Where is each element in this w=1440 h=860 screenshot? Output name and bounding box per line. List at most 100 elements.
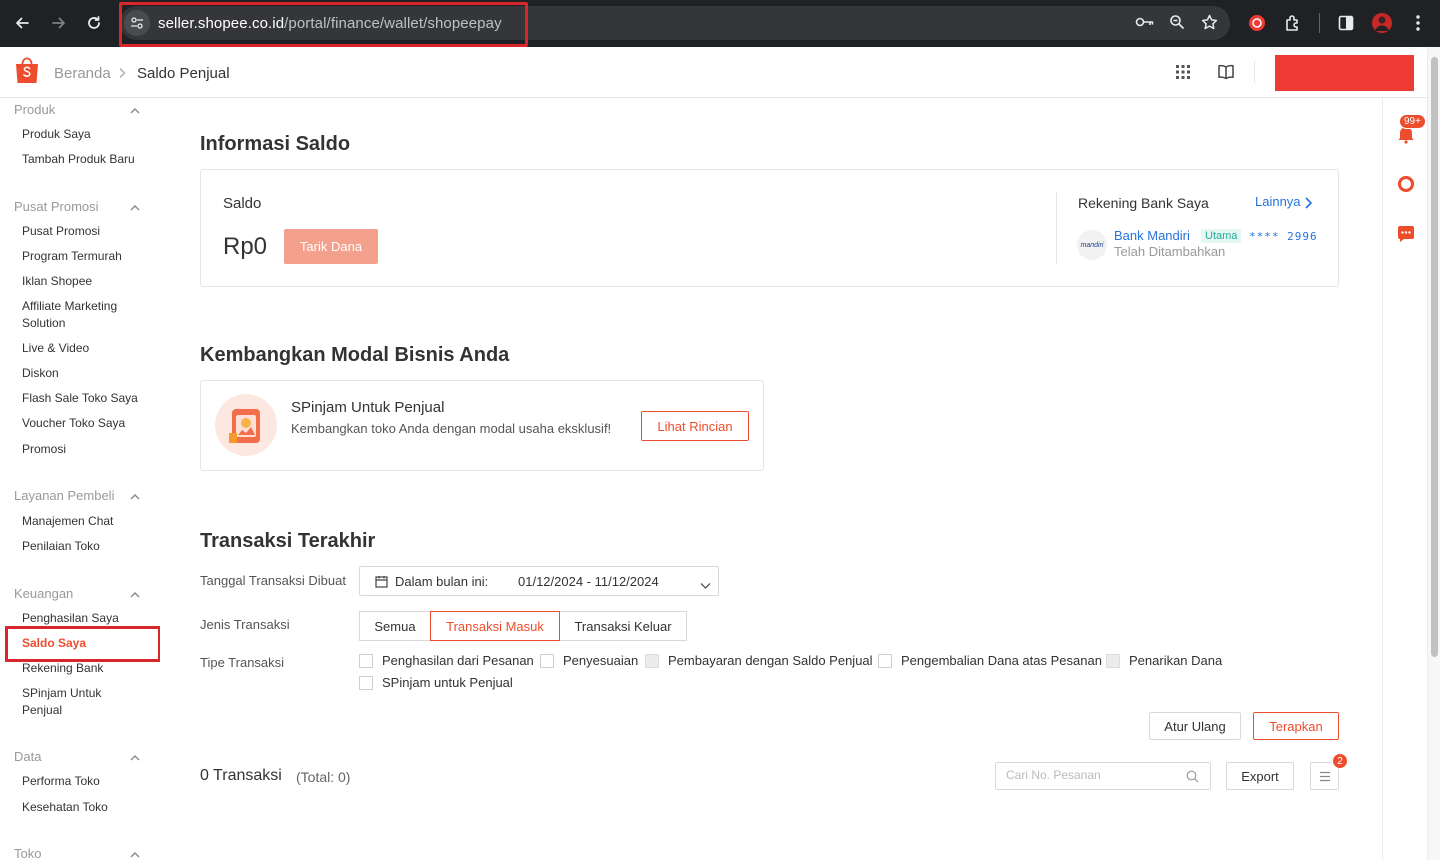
sidebar-item-program-termurah[interactable]: Program Termurah [22, 248, 152, 265]
export-button[interactable]: Export [1226, 762, 1294, 790]
chevron-down-icon [700, 577, 711, 589]
back-icon[interactable] [10, 11, 34, 35]
sidebar-item-tambah-produk[interactable]: Tambah Produk Baru [22, 151, 152, 168]
apps-grid-icon[interactable] [1174, 63, 1192, 81]
breadcrumb-home[interactable]: Beranda [54, 65, 111, 82]
subtype-penghasilan[interactable]: Penghasilan dari Pesanan [359, 653, 534, 668]
side-panel-icon[interactable] [1334, 11, 1358, 35]
sidebar-item-pusat-promosi[interactable]: Pusat Promosi [22, 223, 152, 240]
sidebar-section-pusat-promosi[interactable]: Pusat Promosi [14, 199, 99, 214]
sidebar-item-rekening-bank[interactable]: Rekening Bank [22, 660, 152, 677]
sidebar-section-keuangan[interactable]: Keuangan [14, 586, 73, 601]
order-search[interactable] [995, 762, 1211, 790]
sidebar-item-performa-toko[interactable]: Performa Toko [22, 773, 152, 790]
key-icon[interactable] [1134, 11, 1156, 33]
profile-avatar[interactable] [1370, 11, 1394, 35]
sidebar-item-manajemen-chat[interactable]: Manajemen Chat [22, 513, 152, 530]
bank-logo-text: mandiri [1080, 241, 1104, 249]
active-item-highlight-box [5, 626, 160, 662]
bank-account-title: Rekening Bank Saya [1078, 195, 1209, 211]
chat-icon[interactable] [1396, 224, 1416, 244]
subtype-pengembalian[interactable]: Pengembalian Dana atas Pesanan [878, 653, 1102, 668]
spinjam-title: SPinjam Untuk Penjual [291, 399, 445, 416]
header-divider [1254, 61, 1255, 83]
sidebar-item-iklan-shopee[interactable]: Iklan Shopee [22, 273, 152, 290]
sidebar-item-kesehatan-toko[interactable]: Kesehatan Toko [22, 799, 152, 816]
sidebar-section-produk[interactable]: Produk [14, 102, 55, 117]
business-title: Kembangkan Modal Bisnis Anda [200, 344, 510, 366]
main-content: Informasi Saldo Saldo Rp0 Tarik Dana Rek… [160, 98, 1382, 860]
chevron-up-icon[interactable] [129, 751, 141, 763]
extension-shopee-icon[interactable] [1245, 11, 1269, 35]
chevron-up-icon[interactable] [129, 104, 141, 116]
transaction-type-label: Jenis Transaksi [200, 617, 290, 632]
sidebar-item-spinjam[interactable]: SPinjam Untuk Penjual [22, 685, 122, 719]
sidebar-section-toko[interactable]: Toko [14, 846, 41, 860]
date-range-picker[interactable]: Dalam bulan ini: 01/12/2024 - 11/12/2024 [359, 566, 719, 596]
page-scrollbar[interactable] [1427, 47, 1440, 860]
checkbox[interactable] [878, 653, 892, 668]
bank-mandiri-logo: mandiri [1077, 230, 1107, 260]
scrollbar-thumb[interactable] [1431, 57, 1438, 657]
extensions-puzzle-icon[interactable] [1281, 11, 1305, 35]
transaction-total: (Total: 0) [296, 769, 351, 785]
sidebar-section-layanan-pembeli[interactable]: Layanan Pembeli [14, 488, 114, 503]
type-option-semua[interactable]: Semua [359, 611, 431, 641]
withdraw-button[interactable]: Tarik Dana [284, 229, 378, 264]
chevron-up-icon[interactable] [129, 848, 141, 860]
sidebar-section-data[interactable]: Data [14, 749, 41, 764]
sidebar-item-affiliate[interactable]: Affiliate Marketing Solution [22, 298, 152, 332]
customer-service-icon[interactable] [1396, 174, 1416, 194]
subtype-label-text: Pengembalian Dana atas Pesanan [901, 653, 1102, 668]
order-search-input[interactable] [1006, 768, 1176, 782]
checkbox [645, 653, 659, 668]
subtype-spinjam[interactable]: SPinjam untuk Penjual [359, 675, 513, 690]
seller-header: Beranda Saldo Penjual [0, 47, 1438, 98]
checkbox[interactable] [359, 675, 373, 690]
more-bank-link[interactable]: Lainnya [1255, 194, 1301, 209]
bank-name[interactable]: Bank Mandiri [1114, 228, 1190, 243]
sidebar-item-voucher[interactable]: Voucher Toko Saya [22, 415, 152, 432]
checkbox[interactable] [540, 653, 554, 668]
reset-button[interactable]: Atur Ulang [1149, 712, 1241, 740]
subtype-label-text: SPinjam untuk Penjual [382, 675, 513, 690]
forward-icon[interactable] [47, 11, 71, 35]
view-details-button[interactable]: Lihat Rincian [641, 411, 749, 441]
breadcrumb-current: Saldo Penjual [137, 65, 230, 82]
breadcrumb-separator-icon [118, 67, 126, 82]
reload-icon[interactable] [82, 11, 106, 35]
url-highlight-box [119, 2, 528, 47]
shopee-logo-icon[interactable] [15, 57, 39, 84]
type-option-keluar[interactable]: Transaksi Keluar [559, 611, 687, 641]
saldo-label: Saldo [223, 195, 262, 212]
apply-button[interactable]: Terapkan [1253, 712, 1339, 740]
primary-badge: Utama [1201, 229, 1242, 243]
sidebar-item-flash-sale[interactable]: Flash Sale Toko Saya [22, 390, 152, 407]
chevron-right-icon[interactable] [1303, 196, 1313, 210]
checkbox[interactable] [359, 653, 373, 668]
type-option-masuk[interactable]: Transaksi Masuk [430, 611, 560, 641]
saldo-info-title: Informasi Saldo [200, 133, 351, 155]
chevron-up-icon[interactable] [129, 490, 141, 502]
spinjam-description: Kembangkan toko Anda dengan modal usaha … [291, 421, 612, 436]
toolbar-divider [1319, 13, 1320, 33]
sidebar-item-diskon[interactable]: Diskon [22, 365, 152, 382]
sidebar-item-penghasilan[interactable]: Penghasilan Saya [22, 610, 152, 627]
sidebar-item-penilaian-toko[interactable]: Penilaian Toko [22, 538, 152, 555]
sidebar-item-produk-saya[interactable]: Produk Saya [22, 126, 152, 143]
search-icon[interactable] [1186, 770, 1199, 783]
browser-menu-icon[interactable] [1406, 11, 1430, 35]
chevron-up-icon[interactable] [129, 588, 141, 600]
bookmark-star-icon[interactable] [1198, 11, 1220, 33]
book-icon[interactable] [1217, 63, 1235, 81]
date-filter-label: Tanggal Transaksi Dibuat [200, 573, 346, 588]
zoom-icon[interactable] [1166, 11, 1188, 33]
browser-toolbar: seller.shopee.co.id/portal/finance/walle… [0, 0, 1440, 47]
spinjam-shop-icon [215, 394, 277, 456]
chevron-up-icon[interactable] [129, 201, 141, 213]
account-redacted-box[interactable] [1275, 55, 1414, 91]
sidebar-item-promosi[interactable]: Promosi [22, 441, 152, 458]
subtype-penyesuaian[interactable]: Penyesuaian [540, 653, 638, 668]
sidebar-item-live-video[interactable]: Live & Video [22, 340, 152, 357]
saldo-amount: Rp0 [223, 233, 268, 260]
